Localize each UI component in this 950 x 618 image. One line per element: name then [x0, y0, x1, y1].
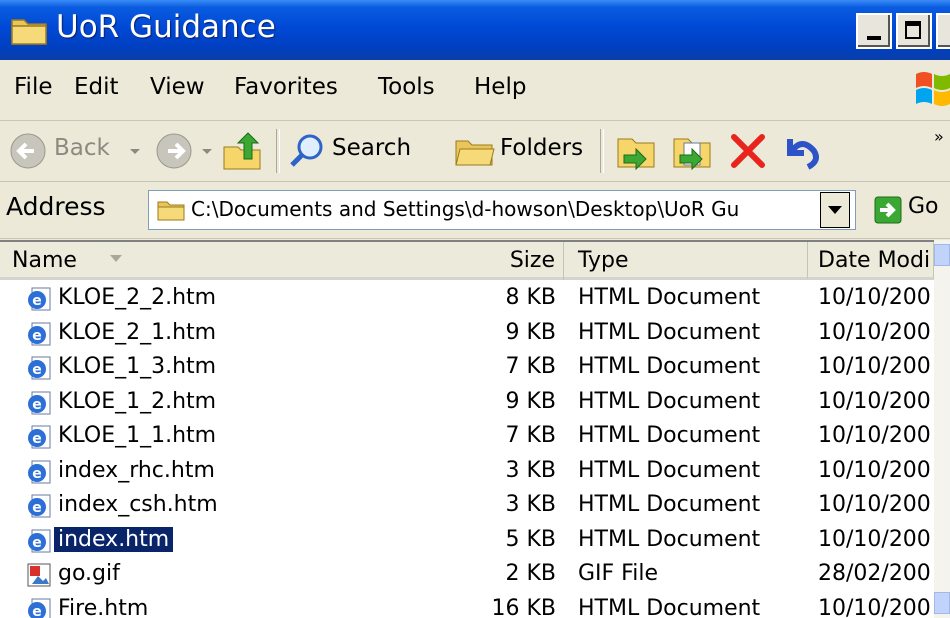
- toolbar-overflow-icon[interactable]: »: [934, 127, 944, 146]
- file-type: HTML Document: [578, 285, 761, 310]
- file-row[interactable]: e KLOE_1_1.htm 7 KB HTML Document 10/10/200: [0, 420, 934, 454]
- file-type: HTML Document: [578, 526, 761, 552]
- go-arrow-icon[interactable]: [874, 196, 902, 224]
- folder-icon: [157, 201, 185, 221]
- file-type: GIF File: [578, 561, 658, 586]
- title-bar[interactable]: UoR Guidance: [0, 0, 950, 60]
- file-date: 10/10/200: [818, 457, 931, 483]
- file-row[interactable]: e index_rhc.htm 3 KB HTML Document 10/10/200: [0, 455, 934, 489]
- file-date: 10/10/200: [818, 319, 931, 345]
- file-size: 7 KB: [505, 354, 556, 379]
- file-date: 10/10/200: [818, 388, 931, 414]
- column-header-date[interactable]: Date Modi: [808, 242, 934, 280]
- folders-icon[interactable]: [452, 131, 496, 171]
- file-type: HTML Document: [578, 423, 761, 448]
- file-size: 3 KB: [505, 457, 556, 483]
- menu-help[interactable]: Help: [474, 74, 526, 100]
- menu-bar: File Edit View Favorites Tools Help: [0, 60, 950, 121]
- column-label-type: Type: [578, 248, 629, 273]
- minimize-icon: [867, 36, 881, 40]
- copy-to-icon[interactable]: [670, 129, 714, 173]
- file-row[interactable]: go.gif 2 KB GIF File 28/02/200: [0, 558, 934, 592]
- delete-icon[interactable]: [728, 131, 768, 171]
- column-header-size[interactable]: Size: [440, 242, 564, 280]
- menu-view[interactable]: View: [150, 74, 205, 100]
- sort-arrow-icon: [110, 255, 122, 262]
- column-label-date: Date Modi: [818, 248, 931, 273]
- column-header-type[interactable]: Type: [564, 242, 808, 280]
- file-date: 10/10/200: [818, 595, 931, 618]
- file-size: 16 KB: [491, 595, 556, 618]
- forward-button[interactable]: [154, 131, 194, 171]
- file-row[interactable]: e KLOE_2_1.htm 9 KB HTML Document 10/10/200: [0, 317, 934, 351]
- menu-edit[interactable]: Edit: [74, 74, 119, 100]
- toolbar: Back Search Folders »: [0, 121, 950, 182]
- file-type: HTML Document: [578, 388, 761, 414]
- file-date: 10/10/200: [818, 285, 931, 310]
- minimize-button[interactable]: [856, 13, 892, 49]
- file-size: 5 KB: [505, 526, 556, 552]
- scroll-up-button[interactable]: [934, 244, 950, 266]
- back-button[interactable]: Back: [8, 131, 128, 171]
- file-size: 2 KB: [505, 561, 556, 586]
- file-size: 7 KB: [505, 423, 556, 448]
- file-row[interactable]: e KLOE_1_2.htm 9 KB HTML Document 10/10/200: [0, 386, 934, 420]
- file-row[interactable]: e KLOE_1_3.htm 7 KB HTML Document 10/10/200: [0, 351, 934, 385]
- search-button[interactable]: Search: [332, 135, 411, 161]
- address-path: C:\Documents and Settings\d-howson\Deskt…: [191, 197, 740, 221]
- file-type: HTML Document: [578, 354, 761, 379]
- file-size: 9 KB: [505, 388, 556, 414]
- file-date: 28/02/200: [818, 561, 931, 586]
- file-row[interactable]: e index_csh.htm 3 KB HTML Document 10/10/200: [0, 489, 934, 523]
- undo-icon[interactable]: [780, 131, 820, 171]
- address-label: Address: [6, 192, 106, 221]
- maximize-icon: [905, 21, 921, 39]
- address-bar: Address C:\Documents and Settings\d-hows…: [0, 182, 950, 239]
- back-dropdown-icon[interactable]: [128, 147, 142, 157]
- explorer-window: UoR Guidance File Edit View Favorites To…: [0, 0, 950, 618]
- file-type: HTML Document: [578, 457, 761, 483]
- up-folder-button[interactable]: [220, 129, 264, 173]
- address-input[interactable]: C:\Documents and Settings\d-howson\Deskt…: [148, 190, 856, 230]
- file-row[interactable]: e Fire.htm 16 KB HTML Document 10/10/200: [0, 593, 934, 618]
- close-button[interactable]: [936, 13, 950, 49]
- file-row[interactable]: e KLOE_2_2.htm 8 KB HTML Document 10/10/200: [0, 282, 934, 316]
- file-type: HTML Document: [578, 492, 761, 517]
- file-date: 10/10/200: [818, 492, 931, 517]
- file-row[interactable]: e index.htm 5 KB HTML Document 10/10/200: [0, 524, 934, 558]
- forward-dropdown-icon[interactable]: [200, 147, 214, 157]
- file-type: HTML Document: [578, 319, 761, 345]
- back-label: Back: [54, 135, 110, 161]
- file-date: 10/10/200: [818, 423, 931, 448]
- column-label-size: Size: [509, 248, 555, 273]
- maximize-button[interactable]: [896, 13, 932, 49]
- menu-tools[interactable]: Tools: [378, 74, 435, 100]
- file-list: Name Size Type Date Modi e KLOE_2_2.htm 8 …: [0, 240, 950, 618]
- column-label-name: Name: [12, 248, 77, 273]
- file-type: HTML Document: [578, 595, 761, 618]
- scroll-down-button[interactable]: [934, 592, 950, 614]
- folders-button[interactable]: Folders: [500, 135, 583, 161]
- menu-file[interactable]: File: [14, 74, 53, 100]
- folder-icon: [11, 19, 47, 45]
- vertical-scrollbar[interactable]: [934, 240, 950, 618]
- file-size: 9 KB: [505, 319, 556, 345]
- window-title: UoR Guidance: [56, 9, 276, 45]
- file-date: 10/10/200: [818, 526, 931, 552]
- menu-favorites[interactable]: Favorites: [234, 74, 338, 100]
- address-dropdown-button[interactable]: [820, 192, 850, 228]
- file-size: 8 KB: [505, 285, 556, 310]
- back-arrow-icon: [10, 133, 46, 169]
- file-date: 10/10/200: [818, 354, 931, 379]
- search-icon[interactable]: [288, 131, 328, 171]
- windows-logo-icon: [916, 72, 950, 106]
- move-to-icon[interactable]: [614, 129, 658, 173]
- go-button[interactable]: Go: [908, 194, 939, 219]
- file-size: 3 KB: [505, 492, 556, 517]
